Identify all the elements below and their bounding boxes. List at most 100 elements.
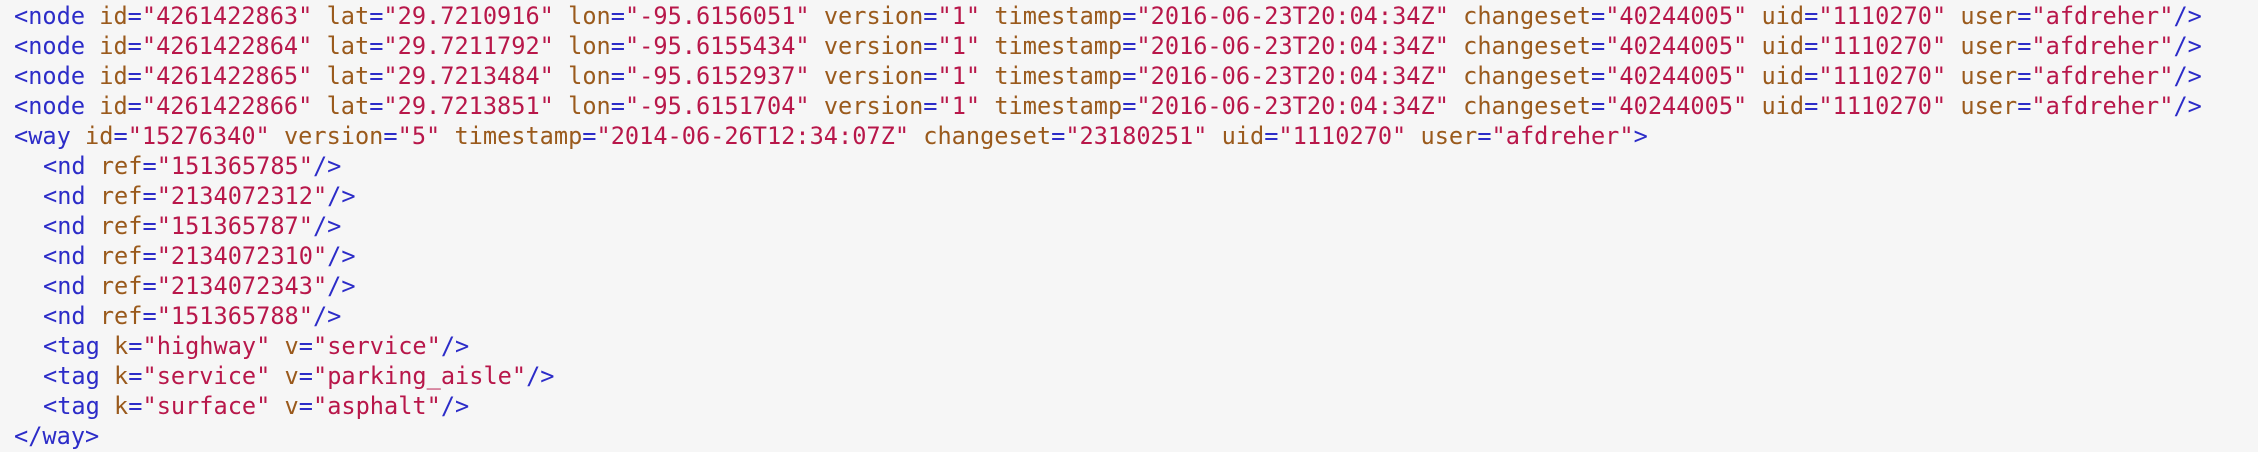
xml-attr-value: "15276340" [127,122,270,150]
xml-equals: = [1804,92,1819,120]
xml-attr-name: lon [568,62,611,90]
xml-equals: = [142,152,157,180]
xml-nd-line: <nd ref="151365788"/> [14,301,2258,331]
xml-tag-close-bracket: > [1633,122,1648,150]
xml-attr-value: "2134072310" [156,242,328,270]
xml-attr-value: "29.7210916" [383,2,554,30]
xml-tag-open: <node [14,32,86,60]
xml-equals: = [1122,32,1137,60]
xml-equals: = [383,122,398,150]
xml-equals: = [127,32,142,60]
xml-attr-value: "1110270" [1818,62,1947,90]
xml-attr-value: "2016-06-23T20:04:34Z" [1136,92,1449,120]
xml-attr-value: "40244005" [1605,62,1748,90]
xml-equals: = [610,92,625,120]
xml-attr-value: "1" [937,92,981,120]
xml-attr-value: "afdreher" [2031,2,2174,30]
xml-attr-value: "2014-06-26T12:34:07Z" [596,122,910,150]
xml-equals: = [127,2,142,30]
xml-equals: = [1122,62,1137,90]
xml-attr-name: version [283,122,384,150]
xml-tag-selfclose: /> [327,182,356,210]
xml-tag-open: <nd [43,182,86,210]
xml-tag-selfclose: /> [327,242,356,270]
xml-attr-value: "2016-06-23T20:04:34Z" [1136,32,1449,60]
xml-equals: = [923,32,938,60]
xml-attr-value: "afdreher" [2031,32,2174,60]
xml-equals: = [142,272,157,300]
xml-tag-open: <tag [43,332,100,360]
xml-attr-value: "40244005" [1605,2,1748,30]
xml-equals: = [369,32,384,60]
xml-equals: = [1122,92,1137,120]
xml-tag-selfclose: /> [440,332,470,360]
xml-attr-name: user [1960,32,2018,60]
xml-nd-line: <nd ref="2134072310"/> [14,241,2258,271]
xml-attr-name: uid [1761,92,1805,120]
xml-attr-value: "service" [142,362,271,390]
xml-attr-name: timestamp [994,92,1123,120]
xml-attr-name: uid [1761,2,1805,30]
xml-attr-name: version [823,2,924,30]
xml-attr-name: changeset [1463,2,1591,30]
xml-tag-open: <nd [43,302,86,330]
xml-attr-name: id [99,62,128,90]
xml-attr-value: "40244005" [1605,92,1748,120]
xml-equals: = [1590,32,1606,60]
xml-attr-value: "151365785" [156,152,313,180]
xml-attr-value: "29.7213484" [383,62,554,90]
xml-equals: = [2017,92,2032,120]
xml-way-open-line: <way id="15276340" version="5" timestamp… [14,121,2258,151]
xml-attr-name: ref [99,152,143,180]
xml-tag-selfclose: /> [312,302,342,330]
xml-equals: = [369,92,384,120]
xml-equals: = [2017,2,2032,30]
xml-attr-name: uid [1221,122,1265,150]
xml-attr-name: version [823,62,924,90]
xml-equals: = [1804,32,1819,60]
xml-attr-value: "-95.6151704" [624,92,810,120]
xml-equals: = [142,302,157,330]
xml-equals: = [128,362,143,390]
xml-way-close-line: </way> [14,421,2258,451]
xml-nd-line: <nd ref="2134072312"/> [14,181,2258,211]
xml-equals: = [1477,122,1492,150]
xml-attr-name: uid [1761,62,1805,90]
xml-attr-value: "surface" [142,392,271,420]
xml-attr-value: "afdreher" [2031,62,2174,90]
xml-attr-value: "1110270" [1818,2,1947,30]
xml-attr-value: "1110270" [1818,32,1947,60]
xml-equals: = [128,392,143,420]
xml-attr-name: lat [326,92,370,120]
xml-attr-name: ref [99,182,143,210]
xml-attr-name: user [1960,92,2018,120]
xml-attr-name: id [99,32,128,60]
xml-tag-open: <node [14,92,86,120]
xml-tag-selfclose: /> [312,152,342,180]
xml-equals: = [127,92,142,120]
xml-tag-open: <tag [43,392,100,420]
xml-tag-line: <tag k="service" v="parking_aisle"/> [14,361,2258,391]
xml-attr-value: "151365788" [156,302,313,330]
xml-tag-open: <tag [43,362,100,390]
xml-attr-value: "-95.6156051" [624,2,810,30]
xml-source-viewer: <node id="4261422863" lat="29.7210916" l… [0,0,2258,452]
xml-tag-open: <nd [43,242,86,270]
xml-attr-name: user [1960,2,2018,30]
xml-tag-selfclose: /> [2173,92,2202,120]
xml-attr-name: lat [326,32,370,60]
xml-attr-value: "2134072312" [156,182,328,210]
xml-attr-value: "-95.6155434" [624,32,810,60]
xml-tag-selfclose: /> [327,272,356,300]
xml-tag-selfclose: /> [2173,32,2202,60]
xml-attr-name: id [99,92,128,120]
xml-equals: = [610,62,625,90]
xml-tag-open: <node [14,2,86,30]
xml-attr-name: k [114,392,129,420]
xml-equals: = [298,392,313,420]
xml-tag-selfclose: /> [440,392,470,420]
xml-attr-name: lon [568,32,611,60]
xml-equals: = [128,332,143,360]
xml-node-line: <node id="4261422864" lat="29.7211792" l… [14,31,2258,61]
xml-nd-line: <nd ref="151365787"/> [14,211,2258,241]
